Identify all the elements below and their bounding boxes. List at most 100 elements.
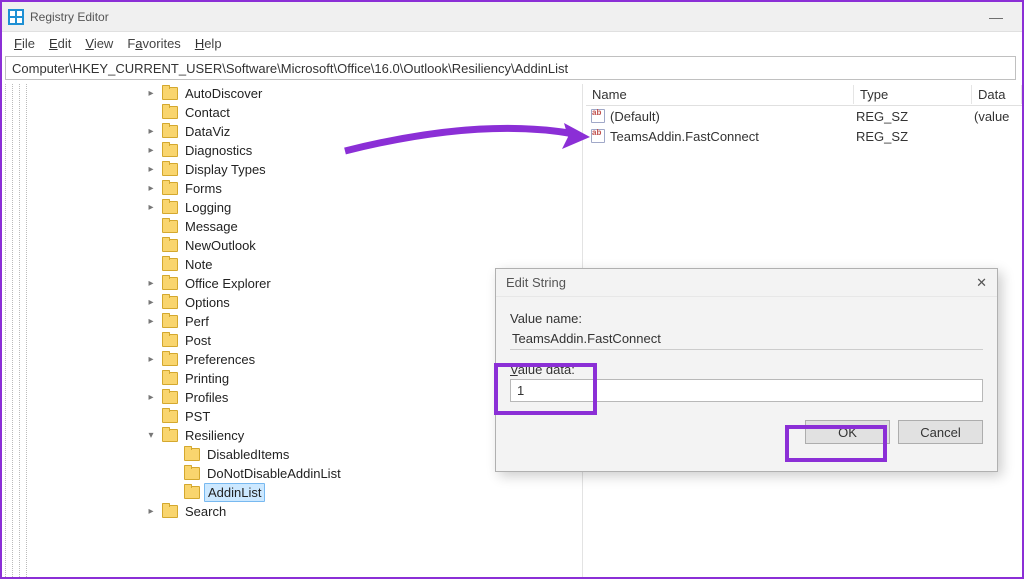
folder-icon [162,144,178,157]
string-value-icon [590,108,606,124]
tree-node-label: Office Explorer [182,275,274,292]
expander-icon[interactable]: ▸ [144,201,158,215]
expander-icon[interactable] [144,410,158,424]
folder-icon [162,410,178,423]
folder-icon [184,467,200,480]
tree-node-label: Options [182,294,233,311]
expander-icon[interactable] [144,220,158,234]
expander-icon[interactable]: ▸ [144,125,158,139]
app-icon [8,9,24,25]
minimize-button[interactable]: — [976,9,1016,25]
tree-node[interactable]: AddinList [34,483,582,502]
expander-icon[interactable]: ▸ [144,353,158,367]
folder-icon [162,163,178,176]
tree-node[interactable]: ▸ Display Types [34,160,582,179]
window-title: Registry Editor [30,10,109,24]
expander-icon[interactable] [144,106,158,120]
expander-icon[interactable] [166,486,180,500]
expander-icon[interactable]: ▸ [144,182,158,196]
value-data-field[interactable] [510,379,983,402]
expander-icon[interactable] [144,372,158,386]
folder-icon [162,258,178,271]
folder-icon [162,391,178,404]
folder-icon [162,372,178,385]
tree-node-label: Perf [182,313,212,330]
menubar: File Edit View Favorites Help [2,32,1022,54]
folder-icon [162,315,178,328]
tree-node-label: Display Types [182,161,269,178]
value-row[interactable]: (Default)REG_SZ(value [586,106,1022,126]
tree-node[interactable]: ▸Search [34,502,582,521]
tree-node[interactable]: NewOutlook [34,236,582,255]
expander-icon[interactable] [144,334,158,348]
tree-node-label: DisabledItems [204,446,292,463]
string-value-icon [590,128,606,144]
folder-icon [162,125,178,138]
folder-icon [162,277,178,290]
dialog-titlebar: Edit String ✕ [496,269,997,297]
close-icon[interactable]: ✕ [976,275,987,291]
folder-icon [162,334,178,347]
tree-node[interactable]: ▸Diagnostics [34,141,582,160]
tree-node-label: Contact [182,104,233,121]
folder-icon [162,182,178,195]
tree-node-label: Profiles [182,389,231,406]
value-type: REG_SZ [856,129,974,144]
expander-icon[interactable]: ▸ [144,391,158,405]
tree-node[interactable]: ▸ AutoDiscover [34,84,582,103]
tree-node[interactable]: ▸ DataViz [34,122,582,141]
menu-help[interactable]: Help [189,34,228,53]
ok-button[interactable]: OK [805,420,890,444]
expander-icon[interactable] [144,239,158,253]
tree-node-label: Note [182,256,215,273]
folder-icon [162,505,178,518]
tree-node-label: Logging [182,199,234,216]
value-name-field[interactable] [510,328,983,350]
address-bar[interactable]: Computer\HKEY_CURRENT_USER\Software\Micr… [5,56,1016,80]
folder-icon [162,201,178,214]
menu-file[interactable]: File [8,34,41,53]
expander-icon[interactable] [166,448,180,462]
col-type[interactable]: Type [854,85,972,104]
menu-view[interactable]: View [79,34,119,53]
menu-edit[interactable]: Edit [43,34,77,53]
value-name: (Default) [610,109,856,124]
value-data: (value [974,109,1022,124]
col-name[interactable]: Name [586,85,854,104]
menu-favorites[interactable]: Favorites [121,34,186,53]
tree-node-label: Message [182,218,241,235]
dialog-title-text: Edit String [506,275,566,290]
expander-icon[interactable] [166,467,180,481]
folder-icon [184,486,200,499]
col-data[interactable]: Data [972,85,1022,104]
tree-node-label: DoNotDisableAddinList [204,465,344,482]
tree-node-label: DataViz [182,123,233,140]
tree-node[interactable]: Contact [34,103,582,122]
expander-icon[interactable]: ▸ [144,296,158,310]
folder-icon [162,353,178,366]
cancel-button[interactable]: Cancel [898,420,983,444]
expander-icon[interactable]: ▸ [144,277,158,291]
tree-node[interactable]: Message [34,217,582,236]
value-row[interactable]: TeamsAddin.FastConnectREG_SZ [586,126,1022,146]
tree-node-label: Printing [182,370,232,387]
tree-node[interactable]: ▸Forms [34,179,582,198]
value-name-label: Value name: [510,311,983,326]
expander-icon[interactable]: ▸ [144,505,158,519]
expander-icon[interactable]: ▸ [144,163,158,177]
expander-icon[interactable]: ▸ [144,315,158,329]
tree-node-label: Resiliency [182,427,247,444]
value-name: TeamsAddin.FastConnect [610,129,856,144]
tree-node[interactable]: ▸ Logging [34,198,582,217]
expander-icon[interactable] [144,258,158,272]
tree-node-label: PST [182,408,213,425]
expander-icon[interactable]: ▸ [144,87,158,101]
folder-icon [184,448,200,461]
expander-icon[interactable]: ▾ [144,429,158,443]
tree-node-label: AutoDiscover [182,85,265,102]
tree-node-label: Preferences [182,351,258,368]
folder-icon [162,220,178,233]
expander-icon[interactable]: ▸ [144,144,158,158]
address-text: Computer\HKEY_CURRENT_USER\Software\Micr… [12,61,568,76]
tree-node-label: AddinList [204,483,265,502]
